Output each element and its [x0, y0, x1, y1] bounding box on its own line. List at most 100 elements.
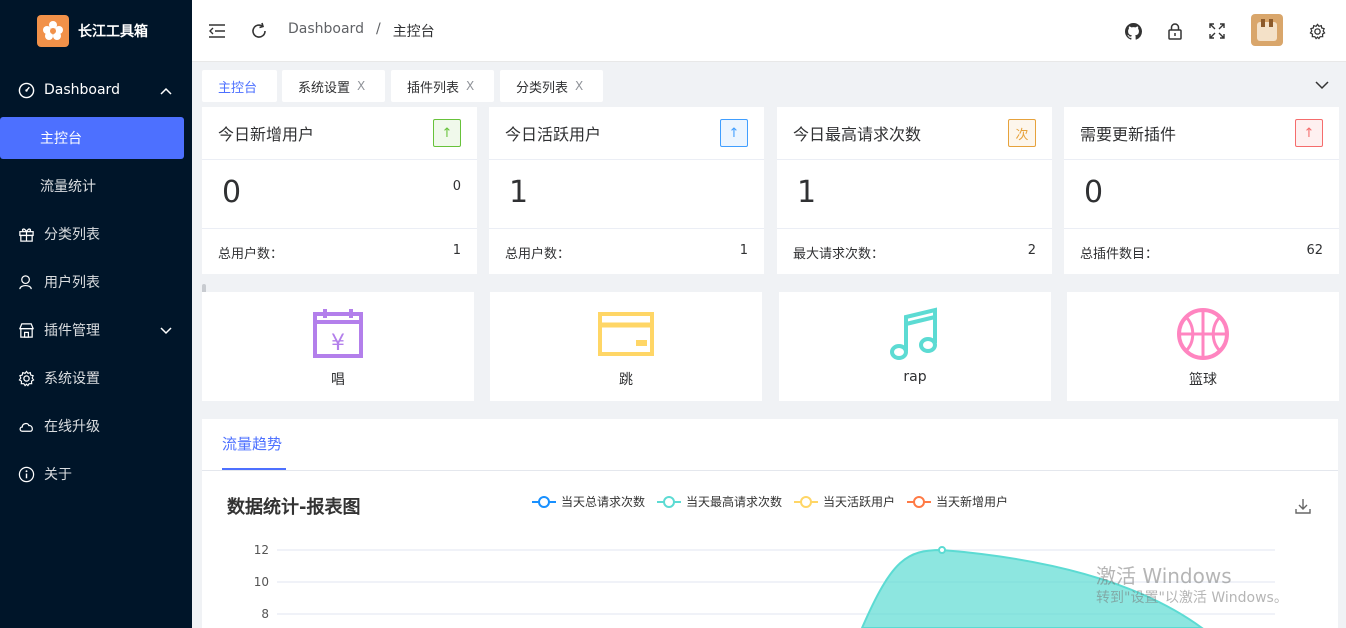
tabs-bar: 主控台 系统设置 X 插件列表 X 分类列表 X [192, 63, 1346, 105]
sidebar-item-label: 用户列表 [44, 275, 100, 291]
close-icon[interactable]: X [575, 79, 583, 93]
card-foot-label: 总用户数： [505, 247, 571, 262]
lock-icon[interactable] [1164, 20, 1186, 42]
card-small-value: 0 [452, 179, 461, 194]
y-tick-label: 12 [254, 543, 269, 557]
tab-settings[interactable]: 系统设置 X [282, 70, 385, 102]
card-value: 1 [509, 175, 529, 210]
sidebar-item-label: 系统设置 [44, 371, 100, 387]
card-foot-label: 总用户数： [218, 247, 284, 262]
tab-traffic-trend[interactable]: 流量趋势 [222, 433, 282, 454]
quick-link-rap[interactable]: rap [779, 292, 1051, 401]
card-title: 今日活跃用户 [505, 125, 602, 144]
gift-icon [17, 225, 35, 243]
sidebar-item-settings[interactable]: 系统设置 [0, 354, 192, 402]
stat-card-active-users: 今日活跃用户 ↑ 1 总用户数： 1 [489, 107, 764, 274]
card-foot-value: 1 [739, 243, 748, 258]
legend-item[interactable]: 当天新增用户 [907, 493, 1008, 510]
y-tick-label: 10 [254, 575, 269, 589]
legend-line-marker-icon [657, 495, 682, 508]
quick-link-label: 唱 [331, 372, 345, 388]
sidebar: 长江工具箱 Dashboard 主控台 流量统计 分类列表 用户列表 插件管理 … [0, 0, 192, 628]
sidebar-item-label: 关于 [44, 467, 72, 483]
sidebar-item-label: 在线升级 [44, 419, 100, 435]
chevron-up-icon [160, 83, 172, 99]
sidebar-item-about[interactable]: 关于 [0, 450, 192, 498]
stat-card-max-requests: 今日最高请求次数 次 1 最大请求次数： 2 [777, 107, 1052, 274]
legend-line-marker-icon [794, 495, 819, 508]
divider [1064, 228, 1339, 229]
windows-watermark-subtitle: 转到"设置"以激活 Windows。 [1096, 590, 1288, 606]
chart-legend: 当天总请求次数 当天最高请求次数 当天活跃用户 当天新增用户 [532, 493, 1008, 510]
card-title: 今日最高请求次数 [793, 125, 922, 144]
user-icon [17, 273, 35, 291]
legend-item[interactable]: 当天活跃用户 [794, 493, 895, 510]
sidebar-item-upgrade[interactable]: 在线升级 [0, 402, 192, 450]
legend-label: 当天总请求次数 [561, 495, 646, 509]
sidebar-item-users[interactable]: 用户列表 [0, 258, 192, 306]
app-name: 长江工具箱 [78, 24, 148, 40]
sidebar-item-dashboard[interactable]: Dashboard [0, 66, 192, 114]
sidebar-item-label: 插件管理 [44, 323, 100, 339]
breadcrumb-item-current: 主控台 [392, 24, 435, 40]
svg-text:¥: ¥ [331, 331, 345, 356]
refresh-icon[interactable] [248, 20, 270, 42]
divider [202, 159, 477, 160]
tab-label: 主控台 [218, 80, 258, 96]
app-logo-icon [37, 15, 69, 47]
card-value: 1 [797, 175, 817, 210]
series-point [938, 546, 946, 554]
divider [777, 159, 1052, 160]
sidebar-item-console[interactable]: 主控台 [0, 117, 184, 159]
download-icon[interactable] [1294, 497, 1312, 519]
tabs-dropdown-chevron-icon[interactable] [1315, 78, 1329, 94]
divider [202, 228, 477, 229]
quick-link-label: 篮球 [1189, 372, 1217, 388]
close-icon[interactable]: X [357, 79, 365, 93]
card-foot-value: 2 [1027, 243, 1036, 258]
sidebar-item-plugins[interactable]: 插件管理 [0, 306, 192, 354]
sidebar-item-label: 分类列表 [44, 227, 100, 243]
github-icon[interactable] [1122, 20, 1144, 42]
menu-fold-icon[interactable] [206, 20, 228, 42]
tab-label: 插件列表 [407, 80, 460, 96]
card-value: 0 [1084, 175, 1104, 210]
legend-label: 当天最高请求次数 [686, 495, 783, 509]
legend-label: 当天新增用户 [936, 495, 1009, 509]
count-badge-icon: 次 [1008, 119, 1036, 147]
tab-categories[interactable]: 分类列表 X [500, 70, 603, 102]
sidebar-item-traffic[interactable]: 流量统计 [0, 162, 192, 210]
legend-item[interactable]: 当天最高请求次数 [657, 493, 782, 510]
avatar[interactable] [1251, 14, 1283, 46]
tab-console[interactable]: 主控台 [202, 70, 277, 102]
stat-card-new-users: 今日新增用户 ↑ 0 0 总用户数： 1 [202, 107, 477, 274]
card-title: 今日新增用户 [218, 125, 315, 144]
divider [1064, 159, 1339, 160]
gear-icon [17, 369, 35, 387]
quick-link-label: rap [903, 369, 927, 385]
stat-card-plugin-updates: 需要更新插件 ↑ 0 总插件数目： 62 [1064, 107, 1339, 274]
legend-item[interactable]: 当天总请求次数 [532, 493, 645, 510]
chart-title: 数据统计-报表图 [227, 497, 361, 518]
music-icon [890, 307, 937, 360]
settings-gear-icon[interactable] [1306, 20, 1328, 42]
shop-icon [17, 321, 35, 339]
tab-label: 分类列表 [516, 80, 569, 96]
quick-link-basketball[interactable]: 篮球 [1067, 292, 1339, 401]
arrow-up-icon: ↑ [720, 119, 748, 147]
chevron-down-icon [160, 323, 172, 339]
legend-line-marker-icon [532, 495, 556, 508]
breadcrumb-item-dashboard[interactable]: Dashboard [288, 21, 364, 41]
tab-plugins[interactable]: 插件列表 X [391, 70, 494, 102]
calendar-yen-icon: ¥ [313, 309, 363, 358]
card-foot-value: 1 [452, 243, 461, 258]
quick-link-sing[interactable]: ¥ 唱 [202, 292, 474, 401]
close-icon[interactable]: X [466, 79, 474, 93]
app-logo-block[interactable]: 长江工具箱 [0, 0, 192, 62]
divider [489, 159, 764, 160]
quick-link-dance[interactable]: 跳 [490, 292, 762, 401]
fullscreen-icon[interactable] [1206, 20, 1228, 42]
arrow-up-icon: ↑ [433, 119, 461, 147]
sidebar-item-categories[interactable]: 分类列表 [0, 210, 192, 258]
quick-link-label: 跳 [619, 372, 633, 388]
